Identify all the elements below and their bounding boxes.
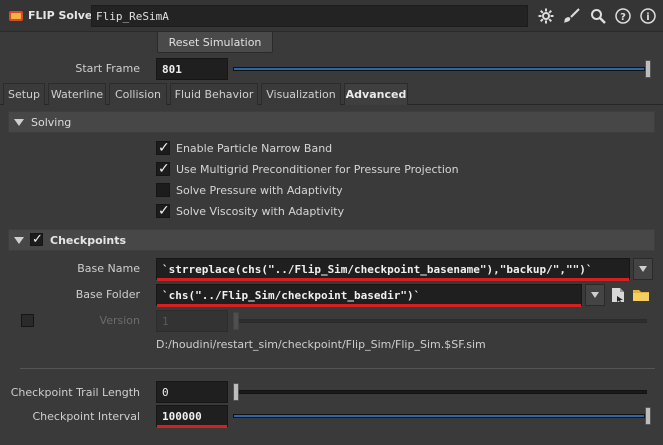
tab-setup[interactable]: Setup	[3, 83, 45, 105]
base-folder-highlight	[157, 304, 581, 307]
checkpoint-interval-highlight	[157, 425, 227, 428]
checkpoint-interval-label: Checkpoint Interval	[32, 410, 140, 423]
expand-arrow-icon	[14, 119, 24, 126]
start-frame-label: Start Frame	[75, 62, 140, 75]
multigrid-preconditioner-label: Use Multigrid Preconditioner for Pressur…	[176, 163, 459, 176]
help-icon[interactable]: ?	[612, 5, 634, 27]
tab-bar: Setup Waterline Collision Fluid Behavior…	[0, 83, 663, 105]
checkmark-icon: ✓	[158, 161, 170, 177]
base-folder-label: Base Folder	[75, 288, 140, 301]
resolved-checkpoint-path: D:/houdini/restart_sim/checkpoint/Flip_S…	[156, 338, 486, 351]
base-name-label: Base Name	[77, 262, 140, 275]
svg-text:?: ?	[620, 12, 626, 23]
enable-particle-narrow-band-checkbox[interactable]: ✓	[156, 140, 170, 156]
base-folder-menu-button[interactable]	[585, 284, 605, 306]
brush-icon[interactable]	[561, 5, 583, 27]
search-icon[interactable]	[587, 5, 609, 27]
tab-visualization[interactable]: Visualization	[261, 83, 341, 105]
reset-simulation-button[interactable]: Reset Simulation	[157, 31, 273, 53]
solving-folder-header[interactable]: Solving	[8, 111, 655, 133]
chevron-down-icon	[591, 292, 599, 298]
solve-viscosity-adaptivity-checkbox[interactable]: ✓	[156, 203, 170, 219]
checkpoint-interval-slider[interactable]	[233, 405, 655, 427]
checkpoint-trail-length-slider-handle[interactable]	[233, 383, 239, 401]
expand-arrow-icon	[14, 237, 24, 244]
checkpoint-interval-field[interactable]: 100000	[156, 405, 228, 427]
enable-particle-narrow-band-label: Enable Particle Narrow Band	[176, 142, 333, 155]
checkpoints-enable-checkbox[interactable]: ✓	[30, 232, 43, 247]
checkpoint-trail-length-field[interactable]: 0	[156, 381, 228, 403]
flip-solver-node-icon	[8, 8, 24, 24]
checkpoint-interval-slider-handle[interactable]	[645, 407, 651, 425]
tab-fluid-behavior[interactable]: Fluid Behavior	[170, 83, 258, 105]
base-name-menu-button[interactable]	[633, 258, 653, 280]
tab-collision[interactable]: Collision	[109, 83, 167, 105]
version-slider-handle[interactable]	[233, 312, 239, 330]
file-browser-icon[interactable]	[608, 285, 628, 305]
base-folder-field[interactable]: `chs("../Flip_Sim/checkpoint_basedir")`	[156, 284, 582, 306]
checkpoints-folder-header[interactable]: ✓ Checkpoints	[8, 229, 655, 251]
node-name-field[interactable]: Flip_ReSimA	[91, 5, 528, 27]
checkpoint-trail-length-label: Checkpoint Trail Length	[10, 386, 140, 399]
info-icon[interactable]: i	[637, 5, 659, 27]
base-name-field[interactable]: `strreplace(chs("../Flip_Sim/checkpoint_…	[156, 258, 630, 280]
base-name-highlight	[157, 278, 629, 281]
gear-icon[interactable]	[535, 5, 557, 27]
solve-viscosity-adaptivity-label: Solve Viscosity with Adaptivity	[176, 205, 345, 218]
folder-icon[interactable]	[631, 285, 651, 305]
node-type-label: FLIP Solver	[28, 9, 98, 22]
start-frame-slider-handle[interactable]	[645, 60, 651, 78]
checkpoint-trail-length-slider[interactable]	[233, 381, 655, 403]
version-enable-checkbox[interactable]	[21, 314, 34, 327]
solving-folder-title: Solving	[31, 116, 72, 129]
solve-pressure-adaptivity-label: Solve Pressure with Adaptivity	[176, 184, 343, 197]
checkmark-icon: ✓	[158, 140, 170, 156]
svg-text:i: i	[646, 12, 649, 23]
tab-advanced[interactable]: Advanced	[344, 83, 408, 105]
start-frame-field[interactable]: 801	[156, 58, 228, 80]
multigrid-preconditioner-checkbox[interactable]: ✓	[156, 161, 170, 177]
tab-waterline[interactable]: Waterline	[48, 83, 106, 105]
checkmark-icon: ✓	[158, 203, 170, 219]
checkmark-icon: ✓	[32, 232, 43, 247]
chevron-down-icon	[639, 266, 647, 272]
section-divider	[20, 368, 655, 369]
solve-pressure-adaptivity-checkbox[interactable]	[156, 183, 170, 197]
version-slider[interactable]	[233, 310, 655, 332]
version-field[interactable]: 1	[156, 310, 228, 332]
checkpoints-folder-title: Checkpoints	[50, 234, 127, 247]
start-frame-slider[interactable]	[233, 58, 655, 80]
parameter-header: FLIP Solver Flip_ReSimA ? i	[0, 0, 663, 32]
version-label: Version	[99, 314, 140, 327]
